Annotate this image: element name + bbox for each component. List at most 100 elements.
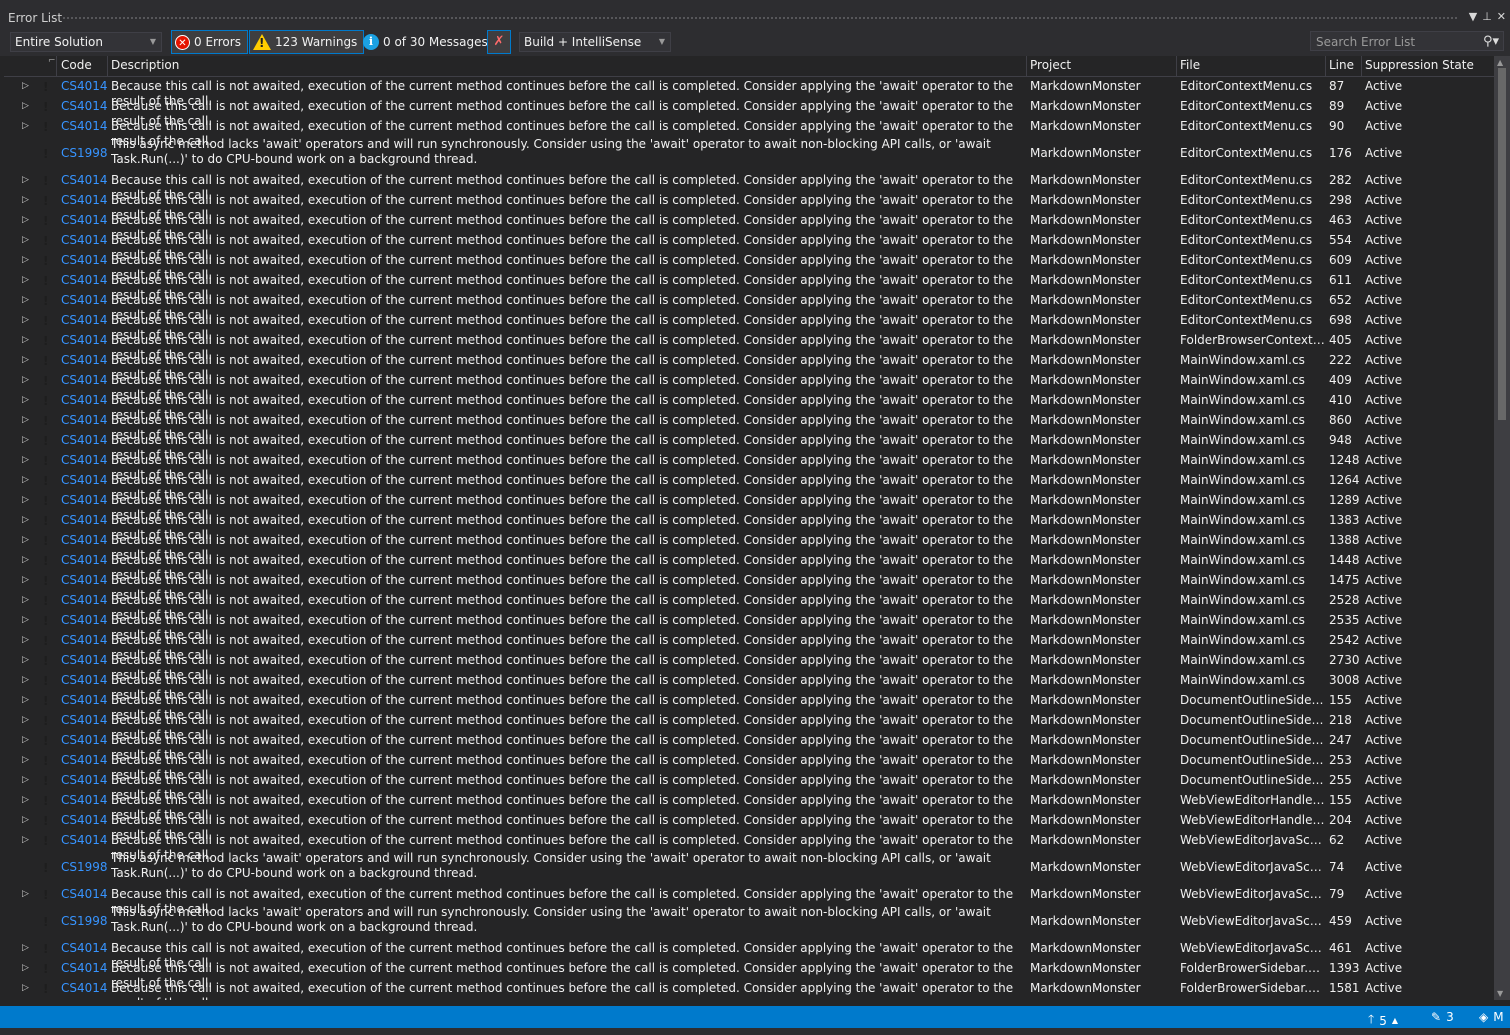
expand-row-icon[interactable]: ▷ bbox=[22, 715, 29, 725]
expand-row-icon[interactable]: ▷ bbox=[22, 535, 29, 545]
expand-row-icon[interactable]: ▷ bbox=[22, 963, 29, 973]
error-code-link[interactable]: CS4014 bbox=[61, 813, 108, 827]
expand-row-icon[interactable]: ▷ bbox=[22, 435, 29, 445]
table-row[interactable]: ▷CS4014Because this call is not awaited,… bbox=[4, 76, 1494, 108]
expand-row-icon[interactable]: ▷ bbox=[22, 515, 29, 525]
titlebar-grip[interactable] bbox=[62, 16, 1458, 21]
expand-row-icon[interactable]: ▷ bbox=[22, 375, 29, 385]
expand-row-icon[interactable]: ▷ bbox=[22, 415, 29, 425]
error-code-link[interactable]: CS4014 bbox=[61, 413, 108, 427]
expand-row-icon[interactable]: ▷ bbox=[22, 275, 29, 285]
column-header-line[interactable]: Line bbox=[1329, 58, 1354, 72]
table-row[interactable]: ▷CS4014Because this call is not awaited,… bbox=[4, 330, 1494, 362]
table-row[interactable]: ▷CS4014Because this call is not awaited,… bbox=[4, 590, 1494, 622]
expand-row-icon[interactable]: ▷ bbox=[22, 675, 29, 685]
table-row[interactable]: ▷CS4014Because this call is not awaited,… bbox=[4, 938, 1494, 970]
table-row[interactable]: ▷CS4014Because this call is not awaited,… bbox=[4, 670, 1494, 702]
error-code-link[interactable]: CS4014 bbox=[61, 79, 108, 93]
build-filter-dropdown[interactable]: Build + IntelliSense ▼ bbox=[519, 32, 671, 52]
error-code-link[interactable]: CS1998 bbox=[61, 146, 108, 160]
expand-row-icon[interactable]: ▷ bbox=[22, 755, 29, 765]
error-code-link[interactable]: CS4014 bbox=[61, 373, 108, 387]
error-code-link[interactable]: CS4014 bbox=[61, 573, 108, 587]
table-row[interactable]: ▷CS4014Because this call is not awaited,… bbox=[4, 250, 1494, 282]
expand-row-icon[interactable]: ▷ bbox=[22, 889, 29, 899]
table-row[interactable]: ▷CS4014Because this call is not awaited,… bbox=[4, 310, 1494, 342]
search-icon[interactable]: ⚲▾ bbox=[1483, 32, 1499, 52]
expand-row-icon[interactable]: ▷ bbox=[22, 615, 29, 625]
table-row[interactable]: ▷CS4014Because this call is not awaited,… bbox=[4, 450, 1494, 482]
column-separator[interactable] bbox=[1176, 56, 1177, 76]
error-code-link[interactable]: CS4014 bbox=[61, 593, 108, 607]
table-row[interactable]: ▷CS4014Because this call is not awaited,… bbox=[4, 790, 1494, 822]
error-code-link[interactable]: CS4014 bbox=[61, 753, 108, 767]
repository-status[interactable]: ◈ M bbox=[1479, 1010, 1504, 1024]
error-code-link[interactable]: CS4014 bbox=[61, 533, 108, 547]
error-code-link[interactable]: CS1998 bbox=[61, 914, 108, 928]
error-code-link[interactable]: CS4014 bbox=[61, 333, 108, 347]
table-row[interactable]: ▷CS4014Because this call is not awaited,… bbox=[4, 470, 1494, 502]
search-input[interactable]: Search Error List ⚲▾ bbox=[1310, 31, 1504, 51]
table-row[interactable]: ▷CS4014Because this call is not awaited,… bbox=[4, 210, 1494, 242]
table-row[interactable]: ▷CS4014Because this call is not awaited,… bbox=[4, 510, 1494, 542]
table-row[interactable]: ▷CS4014Because this call is not awaited,… bbox=[4, 290, 1494, 322]
error-code-link[interactable]: CS4014 bbox=[61, 233, 108, 247]
error-code-link[interactable]: CS4014 bbox=[61, 119, 108, 133]
expand-row-icon[interactable]: ▷ bbox=[22, 815, 29, 825]
table-row[interactable]: ▷CS4014Because this call is not awaited,… bbox=[4, 190, 1494, 222]
error-code-link[interactable]: CS4014 bbox=[61, 453, 108, 467]
error-code-link[interactable]: CS4014 bbox=[61, 433, 108, 447]
error-code-link[interactable]: CS4014 bbox=[61, 293, 108, 307]
table-row[interactable]: ▷CS4014Because this call is not awaited,… bbox=[4, 370, 1494, 402]
error-code-link[interactable]: CS4014 bbox=[61, 613, 108, 627]
column-header-code[interactable]: Code bbox=[61, 58, 92, 72]
error-code-link[interactable]: CS4014 bbox=[61, 633, 108, 647]
expand-row-icon[interactable]: ▷ bbox=[22, 983, 29, 993]
table-row[interactable]: ▷CS4014Because this call is not awaited,… bbox=[4, 410, 1494, 442]
expand-row-icon[interactable]: ▷ bbox=[22, 101, 29, 111]
error-code-link[interactable]: CS4014 bbox=[61, 353, 108, 367]
column-header-description[interactable]: Description bbox=[111, 58, 179, 72]
table-row[interactable]: ▷CS4014Because this call is not awaited,… bbox=[4, 690, 1494, 722]
expand-row-icon[interactable]: ▷ bbox=[22, 775, 29, 785]
error-code-link[interactable]: CS4014 bbox=[61, 981, 108, 995]
error-code-link[interactable]: CS4014 bbox=[61, 173, 108, 187]
error-code-link[interactable]: CS4014 bbox=[61, 513, 108, 527]
table-row[interactable]: ▷CS4014Because this call is not awaited,… bbox=[4, 230, 1494, 262]
error-code-link[interactable]: CS4014 bbox=[61, 773, 108, 787]
error-code-link[interactable]: CS4014 bbox=[61, 193, 108, 207]
table-row[interactable]: ▷CS4014Because this call is not awaited,… bbox=[4, 958, 1494, 990]
expand-row-icon[interactable]: ▷ bbox=[22, 475, 29, 485]
table-row[interactable]: ▷CS4014Because this call is not awaited,… bbox=[4, 730, 1494, 762]
error-code-link[interactable]: CS4014 bbox=[61, 273, 108, 287]
window-options-icon[interactable]: ▼ bbox=[1469, 10, 1477, 23]
table-row[interactable]: ▷CS4014Because this call is not awaited,… bbox=[4, 490, 1494, 522]
table-row[interactable]: ▷CS4014Because this call is not awaited,… bbox=[4, 884, 1494, 916]
table-row[interactable]: ▷CS4014Because this call is not awaited,… bbox=[4, 710, 1494, 742]
scroll-up-icon[interactable]: ▲ bbox=[1497, 58, 1503, 67]
column-separator[interactable] bbox=[1361, 56, 1362, 76]
expand-row-icon[interactable]: ▷ bbox=[22, 195, 29, 205]
table-row[interactable]: ▷CS4014Because this call is not awaited,… bbox=[4, 978, 1494, 1000]
error-code-link[interactable]: CS4014 bbox=[61, 313, 108, 327]
table-row[interactable]: ▷CS4014Because this call is not awaited,… bbox=[4, 610, 1494, 642]
expand-row-icon[interactable]: ▷ bbox=[22, 335, 29, 345]
table-row[interactable]: ▷CS4014Because this call is not awaited,… bbox=[4, 530, 1494, 562]
expand-row-icon[interactable]: ▷ bbox=[22, 395, 29, 405]
table-row[interactable]: ▷CS4014Because this call is not awaited,… bbox=[4, 650, 1494, 682]
column-separator[interactable] bbox=[1325, 56, 1326, 76]
expand-row-icon[interactable]: ▷ bbox=[22, 295, 29, 305]
expand-row-icon[interactable]: ▷ bbox=[22, 495, 29, 505]
table-row[interactable]: ▷CS4014Because this call is not awaited,… bbox=[4, 630, 1494, 662]
table-row[interactable]: CS1998This async method lacks 'await' op… bbox=[4, 850, 1494, 884]
error-code-link[interactable]: CS4014 bbox=[61, 693, 108, 707]
error-code-link[interactable]: CS4014 bbox=[61, 653, 108, 667]
expand-row-icon[interactable]: ▷ bbox=[22, 255, 29, 265]
clear-filter-icon[interactable]: ✗ bbox=[487, 30, 511, 54]
expand-row-icon[interactable]: ▷ bbox=[22, 835, 29, 845]
column-header-suppression-state[interactable]: Suppression State bbox=[1365, 58, 1474, 72]
error-code-link[interactable]: CS4014 bbox=[61, 961, 108, 975]
expand-row-icon[interactable]: ▷ bbox=[22, 575, 29, 585]
error-code-link[interactable]: CS4014 bbox=[61, 713, 108, 727]
table-row[interactable]: ▷CS4014Because this call is not awaited,… bbox=[4, 810, 1494, 842]
